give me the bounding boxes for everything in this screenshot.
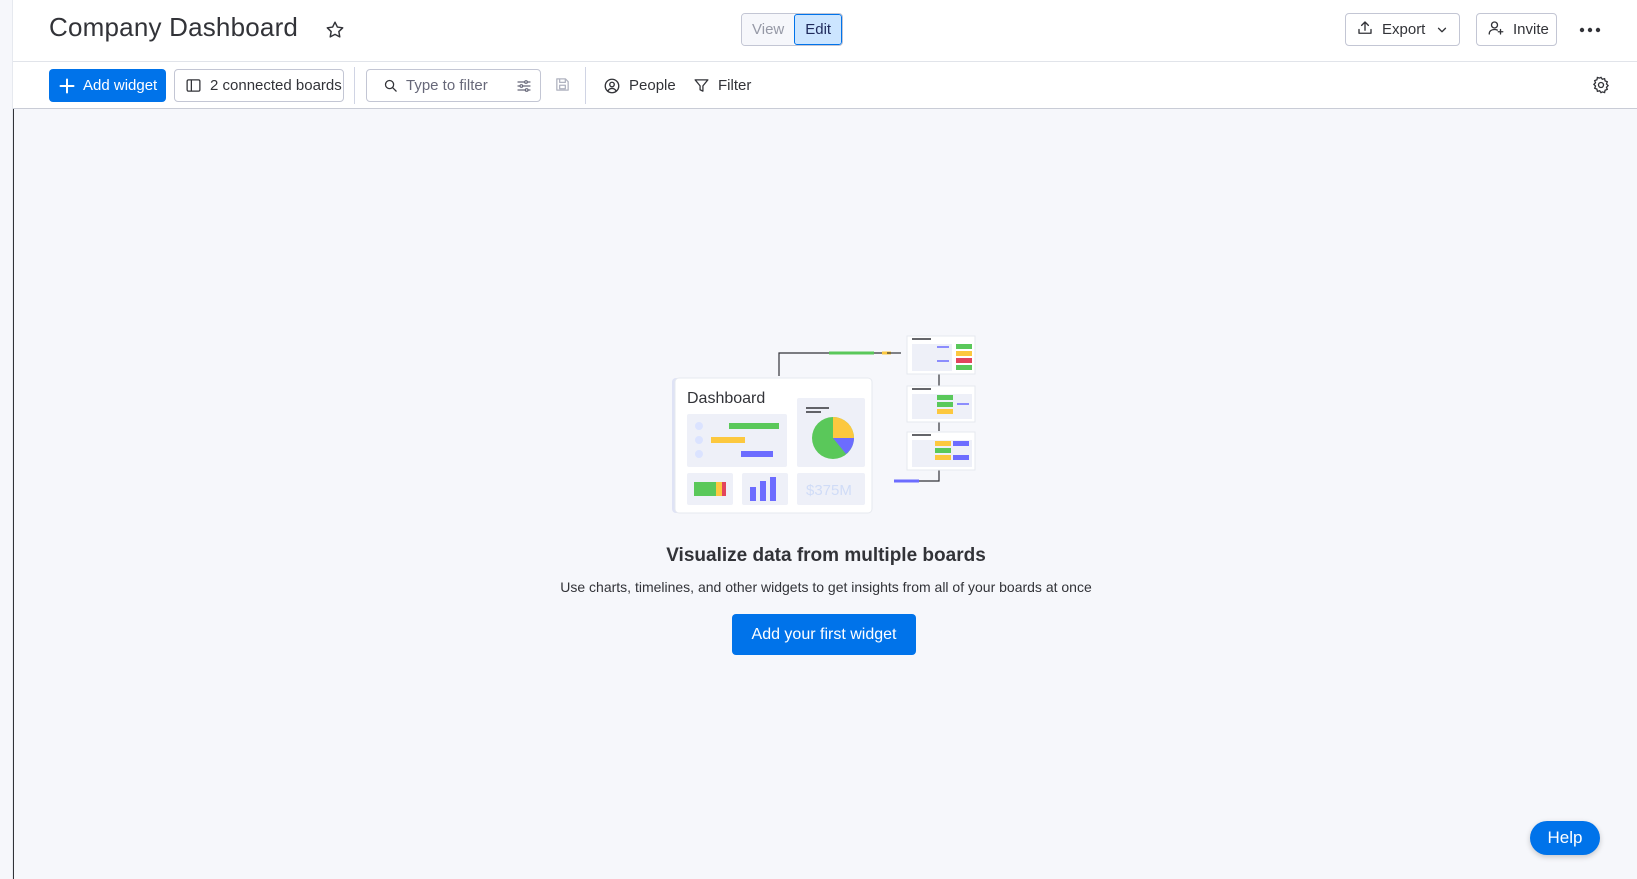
- illustration-value: $375M: [806, 482, 852, 499]
- connected-boards-button[interactable]: 2 connected boards: [174, 69, 344, 102]
- toolbar-divider: [585, 67, 586, 104]
- filter-settings-icon[interactable]: [516, 78, 532, 99]
- help-button[interactable]: Help: [1530, 821, 1600, 855]
- search-box[interactable]: [366, 69, 541, 102]
- invite-label: Invite: [1513, 21, 1549, 38]
- dashboard-canvas: Dashboard $375M Visualize data from mult…: [13, 109, 1637, 879]
- empty-state: Dashboard $375M Visualize data from mult…: [14, 109, 1637, 879]
- chevron-down-icon: [1435, 23, 1449, 37]
- empty-state-description: Use charts, timelines, and other widgets…: [560, 579, 1092, 595]
- add-first-widget-button[interactable]: Add your first widget: [732, 614, 916, 655]
- view-mode-button[interactable]: View: [742, 14, 795, 45]
- mini-board: [906, 431, 976, 471]
- mini-board: [906, 335, 976, 375]
- save-view-icon[interactable]: [554, 76, 571, 98]
- star-icon[interactable]: [324, 19, 346, 41]
- connected-boards-label: 2 connected boards: [210, 77, 342, 94]
- person-circle-icon: [603, 77, 621, 95]
- page-title[interactable]: Company Dashboard: [49, 12, 298, 43]
- toolbar-divider: [354, 67, 355, 104]
- plus-icon: [59, 78, 75, 94]
- gear-icon[interactable]: [1591, 75, 1611, 100]
- search-icon: [383, 78, 398, 93]
- edit-mode-button[interactable]: Edit: [794, 14, 843, 45]
- mini-board: [906, 385, 976, 423]
- people-filter-button[interactable]: People: [603, 69, 676, 102]
- app-window: Company Dashboard View Edit Export Invit…: [0, 0, 1637, 879]
- search-input[interactable]: [406, 77, 516, 94]
- funnel-icon: [693, 77, 710, 94]
- board-icon: [185, 77, 202, 94]
- view-edit-toggle: View Edit: [741, 13, 844, 46]
- export-button[interactable]: Export: [1345, 13, 1460, 46]
- invite-button[interactable]: Invite: [1476, 13, 1557, 46]
- dashboard-header: Company Dashboard View Edit Export Invit…: [13, 0, 1637, 62]
- export-label: Export: [1382, 21, 1426, 38]
- add-widget-label: Add widget: [83, 77, 158, 94]
- filter-label: Filter: [718, 77, 752, 94]
- add-user-icon: [1487, 19, 1505, 41]
- upload-icon: [1356, 19, 1374, 41]
- more-options-icon[interactable]: [1576, 18, 1604, 42]
- illustration-title: Dashboard: [687, 390, 765, 407]
- dashboard-toolbar: Add widget 2 connected boards Pe: [13, 62, 1637, 109]
- filter-button[interactable]: Filter: [693, 69, 751, 102]
- empty-state-title: Visualize data from multiple boards: [666, 545, 986, 566]
- add-widget-button[interactable]: Add widget: [49, 69, 166, 102]
- people-label: People: [629, 77, 676, 94]
- dashboard-illustration: Dashboard $375M: [672, 335, 976, 514]
- left-edge-strip: [0, 0, 13, 879]
